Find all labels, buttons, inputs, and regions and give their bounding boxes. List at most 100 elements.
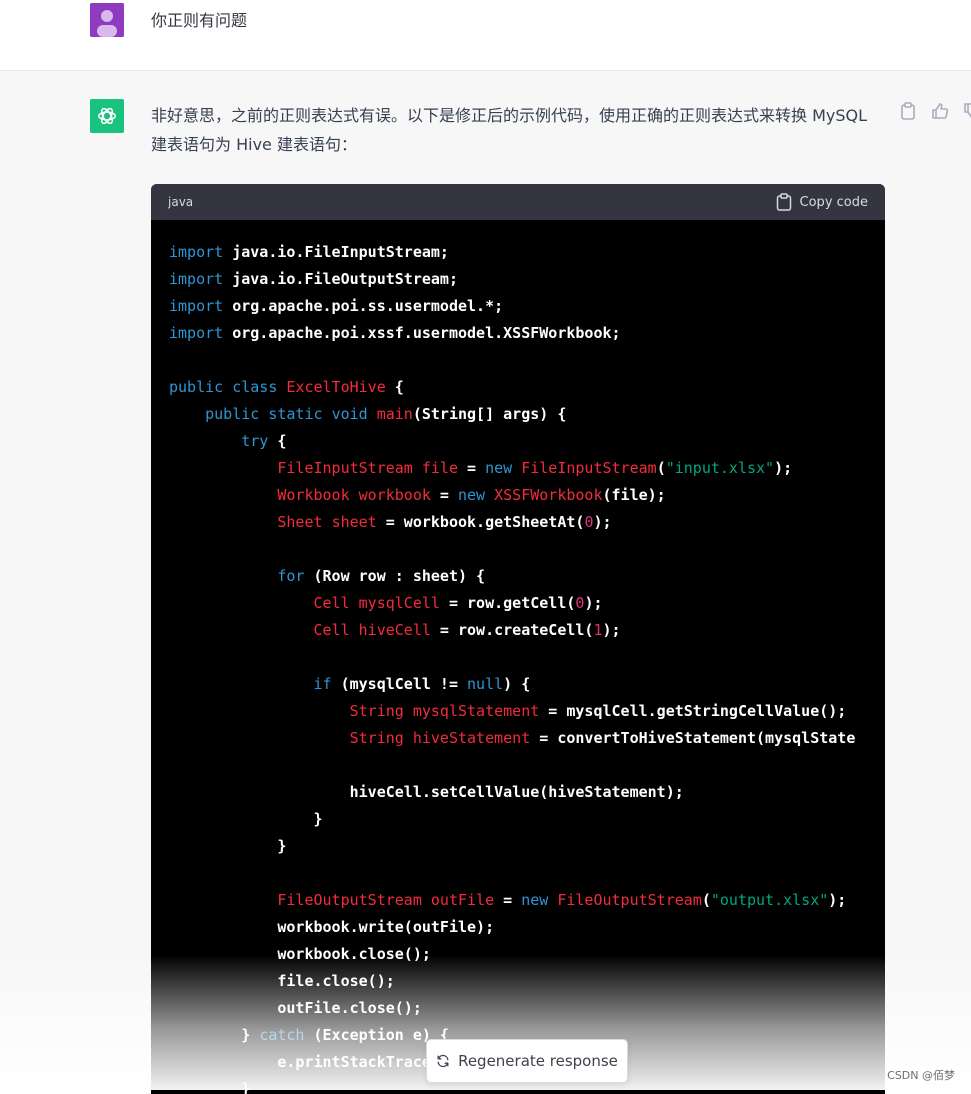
code-line: hiveCell.setCellValue(hiveStatement); [169,779,885,806]
code-token: void [331,405,368,423]
code-token: = [458,459,486,477]
code-token: = row.getCell( [439,594,576,612]
code-token: mysqlCell [358,594,440,612]
code-token: try [241,432,269,450]
clipboard-icon [776,193,791,211]
chatgpt-avatar [90,99,124,133]
code-token: = [494,891,522,909]
code-token: import [169,297,224,315]
code-token: import [169,270,224,288]
code-content: import java.io.FileInputStream; import ja… [151,220,885,1094]
code-token: XSSFWorkbook [494,486,603,504]
code-token: outFile [430,891,495,909]
code-token: "output.xlsx" [710,891,829,909]
code-token: e.printStackTrace(); [169,1053,458,1071]
code-token: public [205,405,260,423]
code-token: java.io.FileOutputStream; [223,270,458,288]
assistant-message-text: 非好意思，之前的正则表达式有误。以下是修正后的示例代码，使用正确的正则表达式来转… [151,106,868,154]
copy-code-label: Copy code [799,194,868,210]
code-token: = row.createCell( [430,621,594,639]
code-token: new [521,891,549,909]
code-token: catch [259,1026,305,1044]
code-token: ExcelToHive [286,378,386,396]
code-token: Cell [313,594,350,612]
code-token: ); [774,459,793,477]
code-block: java Copy code import java.io.FileInputS… [151,184,885,1094]
thumbs-down-icon[interactable] [962,101,971,121]
code-token: Workbook [277,486,350,504]
code-line: String hiveStatement = convertToHiveStat… [169,725,885,752]
code-token: } [169,810,323,828]
code-token: = workbook.getSheetAt( [376,513,585,531]
code-token: ); [593,513,612,531]
code-token: FileOutputStream [557,891,702,909]
code-token: org.apache.poi.xssf.usermodel.XSSFWorkbo… [223,324,621,342]
copy-code-button[interactable]: Copy code [776,193,868,211]
code-token: = [430,486,458,504]
code-token: hiveStatement [412,729,531,747]
code-token: null [467,675,504,693]
clipboard-icon[interactable] [898,101,918,121]
refresh-icon [437,1054,449,1068]
code-token: for [277,567,305,585]
code-line: workbook.write(outFile); [169,914,885,941]
code-token: ); [602,621,621,639]
code-token: ); [828,891,847,909]
code-language-label: java [168,195,194,209]
user-message-text: 你正则有问题 [151,11,248,30]
code-token: file [421,459,458,477]
code-token: workbook [358,486,431,504]
code-token: String [349,702,404,720]
code-line: } [169,806,885,833]
user-avatar [90,3,124,37]
code-token: String [349,729,404,747]
code-token: (Row row : sheet) { [304,567,486,585]
code-line: import java.io.FileInputStream; [169,239,885,266]
code-token: Cell [313,621,350,639]
code-token: "input.xlsx" [665,459,775,477]
code-line: import java.io.FileOutputStream; [169,266,885,293]
code-line: outFile.close(); [169,995,885,1022]
code-token: = mysqlCell.getStringCellValue(); [539,702,847,720]
code-token: } [169,837,287,855]
thumbs-up-icon[interactable] [930,101,950,121]
code-line: workbook.close(); [169,941,885,968]
code-token: ) { [503,675,531,693]
regenerate-response-button[interactable]: Regenerate response [426,1039,628,1083]
code-line: import org.apache.poi.xssf.usermodel.XSS… [169,320,885,347]
code-line: file.close(); [169,968,885,995]
code-token: static [268,405,323,423]
code-token: 1 [593,621,603,639]
csdn-watermark: CSDN @佰梦 [885,1067,957,1083]
code-line: public static void main(String[] args) { [169,401,885,428]
code-token: = convertToHiveStatement(mysqlState [530,729,856,747]
openai-logo-icon [98,107,116,125]
code-line: Sheet sheet = workbook.getSheetAt(0); [169,509,885,536]
code-block-header: java Copy code [151,184,885,220]
code-line: try { [169,428,885,455]
code-line: import org.apache.poi.ss.usermodel.*; [169,293,885,320]
